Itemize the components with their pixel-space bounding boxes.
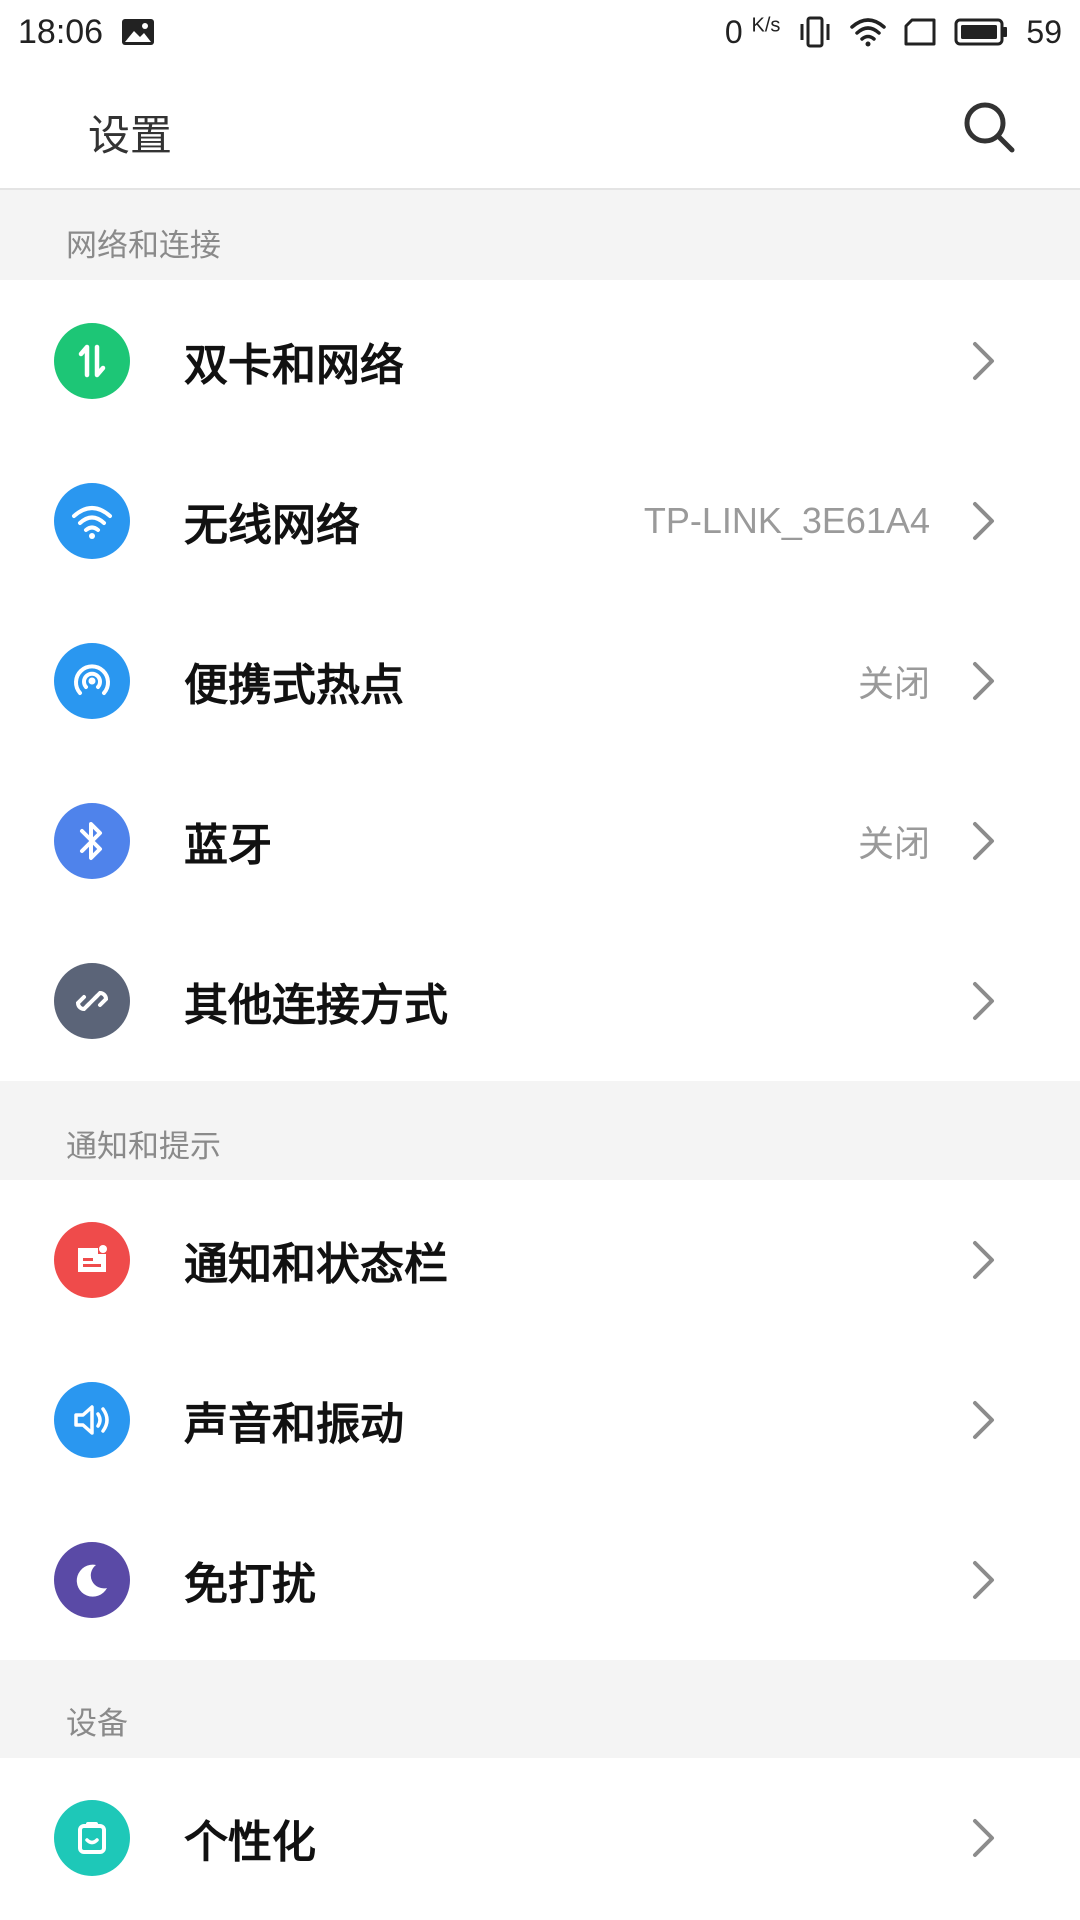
status-time: 18:06	[18, 12, 104, 51]
vibrate-icon	[798, 16, 832, 48]
settings-item-hotspot[interactable]: 便携式热点 关闭	[0, 601, 1080, 761]
item-value: TP-LINK_3E61A4	[643, 500, 930, 541]
section-header-device: 设备	[0, 1660, 1080, 1758]
bluetooth-icon	[54, 803, 130, 879]
notification-icon	[54, 1222, 130, 1298]
chevron-right-icon	[973, 1819, 994, 1857]
item-label: 免打扰	[184, 1559, 316, 1610]
personalize-icon	[54, 1800, 130, 1876]
chevron-right-icon	[973, 1241, 994, 1279]
search-icon	[964, 102, 1015, 153]
network-speed-unit: K/s	[751, 13, 781, 36]
image-notification-icon	[121, 18, 155, 46]
settings-item-notification-status-bar[interactable]: 通知和状态栏	[0, 1180, 1080, 1340]
chevron-right-icon	[973, 342, 994, 380]
item-label: 通知和状态栏	[184, 1239, 448, 1290]
section-title: 网络和连接	[66, 228, 221, 264]
chevron-right-icon	[973, 982, 994, 1020]
section-header-network: 网络和连接	[0, 190, 1080, 280]
page-title: 设置	[88, 111, 173, 160]
settings-item-wifi[interactable]: 无线网络 TP-LINK_3E61A4	[0, 441, 1080, 601]
settings-item-dual-sim[interactable]: 双卡和网络	[0, 281, 1080, 441]
item-label: 个性化	[184, 1817, 316, 1868]
settings-item-bluetooth[interactable]: 蓝牙 关闭	[0, 761, 1080, 921]
item-value: 关闭	[857, 664, 930, 705]
status-bar: 18:06 0 K/s 59	[0, 0, 1080, 64]
wifi-status-icon	[850, 17, 887, 47]
hotspot-icon	[54, 643, 130, 719]
chevron-right-icon	[973, 1561, 994, 1599]
sound-icon	[54, 1382, 130, 1458]
settings-item-do-not-disturb[interactable]: 免打扰	[0, 1500, 1080, 1660]
item-label: 便携式热点	[184, 660, 404, 711]
section-title: 设备	[66, 1706, 128, 1742]
chevron-right-icon	[973, 1401, 994, 1439]
item-label: 声音和振动	[184, 1399, 404, 1450]
item-label: 无线网络	[184, 500, 360, 551]
item-value: 关闭	[857, 824, 930, 865]
item-label: 蓝牙	[184, 820, 272, 871]
settings-item-sound-vibration[interactable]: 声音和振动	[0, 1340, 1080, 1500]
network-speed-value: 0	[724, 13, 743, 50]
battery-percent: 59	[1026, 13, 1062, 50]
settings-screen: 18:06 0 K/s 59 设置 网络和连接 双卡和网络 无线网络 TP-LI…	[0, 0, 1080, 1920]
network-speed: 0 K/s	[725, 14, 781, 51]
item-label: 其他连接方式	[184, 980, 448, 1031]
search-button[interactable]	[960, 98, 1020, 158]
settings-item-personalize[interactable]: 个性化	[0, 1758, 1080, 1918]
app-header: 设置	[0, 64, 1080, 190]
section-header-notifications: 通知和提示	[0, 1081, 1080, 1180]
sim-card-icon	[904, 18, 936, 46]
chevron-right-icon	[973, 502, 994, 540]
section-title: 通知和提示	[66, 1129, 221, 1165]
battery-icon	[954, 18, 1008, 46]
settings-item-other-connections[interactable]: 其他连接方式	[0, 921, 1080, 1081]
chevron-right-icon	[973, 662, 994, 700]
item-label: 双卡和网络	[184, 340, 404, 391]
moon-icon	[54, 1542, 130, 1618]
chevron-right-icon	[973, 822, 994, 860]
wifi-icon	[54, 483, 130, 559]
dual-sim-icon	[54, 323, 130, 399]
link-icon	[54, 963, 130, 1039]
